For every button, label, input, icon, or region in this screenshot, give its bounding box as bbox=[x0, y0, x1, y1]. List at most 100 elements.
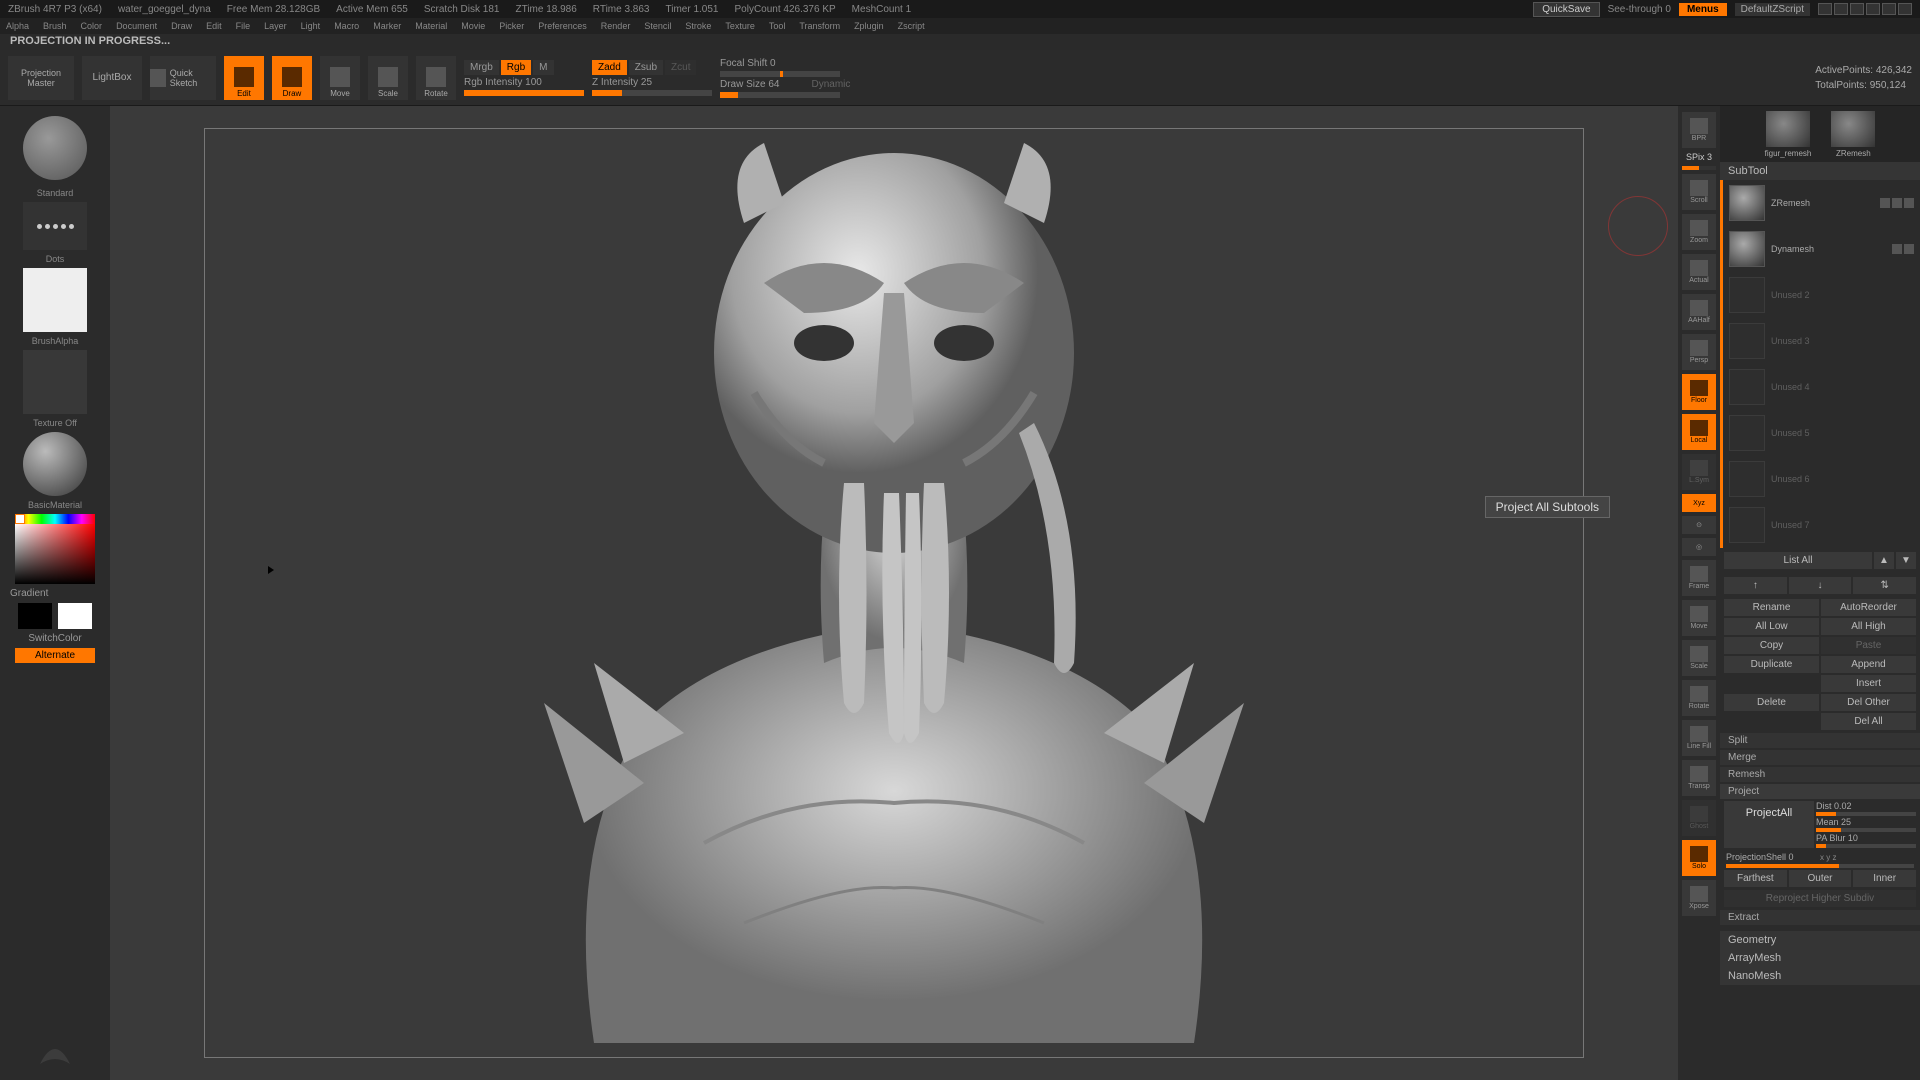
rotate-button[interactable]: Rotate bbox=[416, 56, 456, 100]
projshell-slider[interactable] bbox=[1726, 864, 1914, 868]
paint-icon[interactable] bbox=[1904, 244, 1914, 254]
paste-button[interactable]: Paste bbox=[1821, 637, 1916, 654]
menu-brush[interactable]: Brush bbox=[43, 21, 67, 31]
menu-texture[interactable]: Texture bbox=[725, 21, 755, 31]
persp-button[interactable]: Persp bbox=[1682, 334, 1716, 370]
xyz-button[interactable]: Xyz bbox=[1682, 494, 1716, 512]
dist-slider[interactable] bbox=[1816, 812, 1916, 816]
menu-light[interactable]: Light bbox=[301, 21, 321, 31]
lsym-button[interactable]: L.Sym bbox=[1682, 454, 1716, 490]
quicksave-button[interactable]: QuickSave bbox=[1533, 2, 1599, 17]
grid-icon[interactable] bbox=[1850, 3, 1864, 15]
arraymesh-header[interactable]: ArrayMesh bbox=[1720, 949, 1920, 967]
delete-button[interactable]: Delete bbox=[1724, 694, 1819, 711]
arrow-up-button[interactable]: ▲ bbox=[1874, 552, 1894, 569]
maximize-icon[interactable] bbox=[1882, 3, 1896, 15]
frame-button[interactable]: Frame bbox=[1682, 560, 1716, 596]
seethrough-slider[interactable]: See-through 0 bbox=[1608, 4, 1671, 15]
move-button[interactable]: Move bbox=[320, 56, 360, 100]
extract-section[interactable]: Extract bbox=[1720, 910, 1920, 925]
menu-stroke[interactable]: Stroke bbox=[685, 21, 711, 31]
edit-button[interactable]: Edit bbox=[224, 56, 264, 100]
menu-zplugin[interactable]: Zplugin bbox=[854, 21, 884, 31]
alternate-button[interactable]: Alternate bbox=[15, 648, 95, 663]
draw-button[interactable]: Draw bbox=[272, 56, 312, 100]
project-section[interactable]: Project bbox=[1720, 784, 1920, 799]
subtool-item[interactable]: ZRemesh bbox=[1723, 180, 1920, 226]
switchcolor-button[interactable]: SwitchColor bbox=[28, 633, 81, 644]
subtool-item[interactable]: Unused 5 bbox=[1723, 410, 1920, 456]
spix-slider[interactable] bbox=[1682, 166, 1716, 170]
transp-button[interactable]: Transp bbox=[1682, 760, 1716, 796]
lightbox-button[interactable]: LightBox bbox=[82, 56, 142, 100]
scroll-button[interactable]: Scroll bbox=[1682, 174, 1716, 210]
mrgb-button[interactable]: Mrgb bbox=[464, 60, 499, 75]
menu-preferences[interactable]: Preferences bbox=[538, 21, 587, 31]
rgb-button[interactable]: Rgb bbox=[501, 60, 531, 75]
quicksketch-button[interactable]: Quick Sketch bbox=[150, 56, 216, 100]
arrow-down-button[interactable]: ▼ bbox=[1896, 552, 1916, 569]
close-icon[interactable] bbox=[1898, 3, 1912, 15]
actual-button[interactable]: Actual bbox=[1682, 254, 1716, 290]
menu-stencil[interactable]: Stencil bbox=[644, 21, 671, 31]
subtool-vis-icons[interactable] bbox=[1880, 198, 1914, 208]
linefill-button[interactable]: Line Fill bbox=[1682, 720, 1716, 756]
projectall-button[interactable]: ProjectAll bbox=[1724, 801, 1814, 848]
alpha-thumbnail[interactable] bbox=[23, 268, 87, 332]
color-picker[interactable] bbox=[15, 514, 95, 584]
pf2-button[interactable]: ◎ bbox=[1682, 538, 1716, 556]
nav-rotate-button[interactable]: Rotate bbox=[1682, 680, 1716, 716]
eye-icon[interactable] bbox=[1880, 198, 1890, 208]
eye2-icon[interactable] bbox=[1904, 198, 1914, 208]
mean-slider[interactable] bbox=[1816, 828, 1916, 832]
menu-alpha[interactable]: Alpha bbox=[6, 21, 29, 31]
floor-button[interactable]: Floor bbox=[1682, 374, 1716, 410]
solo-button[interactable]: Solo bbox=[1682, 840, 1716, 876]
pf-button[interactable]: ⊙ bbox=[1682, 516, 1716, 534]
subtool-item[interactable]: Unused 4 bbox=[1723, 364, 1920, 410]
menu-macro[interactable]: Macro bbox=[334, 21, 359, 31]
spix-label[interactable]: SPix 3 bbox=[1686, 152, 1712, 162]
menu-zscript[interactable]: Zscript bbox=[898, 21, 925, 31]
menu-layer[interactable]: Layer bbox=[264, 21, 287, 31]
minimize-icon[interactable] bbox=[1866, 3, 1880, 15]
move-all-button[interactable]: ⇅ bbox=[1853, 577, 1916, 594]
hue-strip[interactable] bbox=[15, 514, 95, 524]
nanomesh-header[interactable]: NanoMesh bbox=[1720, 967, 1920, 985]
focal-shift-slider[interactable] bbox=[720, 71, 840, 77]
menu-movie[interactable]: Movie bbox=[461, 21, 485, 31]
z-intensity-slider[interactable] bbox=[592, 90, 712, 96]
aahalf-button[interactable]: AAHalf bbox=[1682, 294, 1716, 330]
saturation-value-box[interactable] bbox=[15, 524, 95, 584]
subtool-item[interactable]: Dynamesh bbox=[1723, 226, 1920, 272]
copy-button[interactable]: Copy bbox=[1724, 637, 1819, 654]
menu-file[interactable]: File bbox=[236, 21, 251, 31]
append-button[interactable]: Append bbox=[1821, 656, 1916, 673]
subtool-vis-icons[interactable] bbox=[1892, 244, 1914, 254]
pablur-slider[interactable] bbox=[1816, 844, 1916, 848]
zcut-button[interactable]: Zcut bbox=[665, 60, 696, 75]
tool-thumb-2[interactable]: ZRemesh bbox=[1831, 111, 1875, 158]
outer-button[interactable]: Outer bbox=[1789, 870, 1852, 887]
secondary-color-swatch[interactable] bbox=[18, 603, 52, 629]
projshell-xyz[interactable]: x y z bbox=[1820, 853, 1836, 862]
allhigh-button[interactable]: All High bbox=[1821, 618, 1916, 635]
menu-draw[interactable]: Draw bbox=[171, 21, 192, 31]
menus-button[interactable]: Menus bbox=[1679, 3, 1727, 16]
alllow-button[interactable]: All Low bbox=[1724, 618, 1819, 635]
grid-icon[interactable] bbox=[1818, 3, 1832, 15]
nav-move-button[interactable]: Move bbox=[1682, 600, 1716, 636]
menu-edit[interactable]: Edit bbox=[206, 21, 222, 31]
dynamic-label[interactable]: Dynamic bbox=[811, 79, 850, 90]
zsub-button[interactable]: Zsub bbox=[629, 60, 663, 75]
grid-icon[interactable] bbox=[1834, 3, 1848, 15]
rename-button[interactable]: Rename bbox=[1724, 599, 1819, 616]
defaultzscript-button[interactable]: DefaultZScript bbox=[1735, 3, 1810, 16]
move-up-button[interactable]: ↑ bbox=[1724, 577, 1787, 594]
autoreorder-button[interactable]: AutoReorder bbox=[1821, 599, 1916, 616]
split-section[interactable]: Split bbox=[1720, 733, 1920, 748]
local-button[interactable]: Local bbox=[1682, 414, 1716, 450]
primary-color-swatch[interactable] bbox=[58, 603, 92, 629]
zoom-button[interactable]: Zoom bbox=[1682, 214, 1716, 250]
projection-master-button[interactable]: Projection Master bbox=[8, 56, 74, 100]
